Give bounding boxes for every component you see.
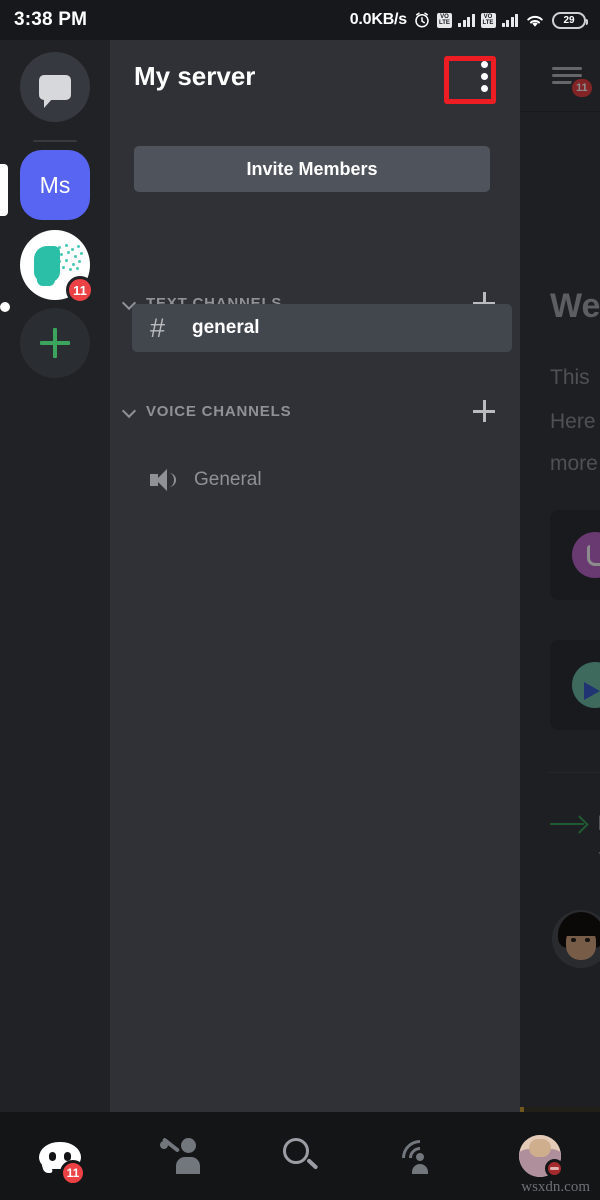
add-server-button[interactable] xyxy=(20,308,90,378)
volte-sim1-bottom: LTE xyxy=(439,20,450,26)
three-dot-vertical-icon[interactable] xyxy=(466,58,502,94)
nav-mentions-tab[interactable] xyxy=(360,1112,480,1200)
server-unread-badge: 11 xyxy=(66,276,94,304)
sidebar-item-server-2[interactable]: 11 xyxy=(20,230,94,304)
channel-drawer: My server Invite Members TEXT CHANNELS #… xyxy=(110,40,520,1112)
server-unread-dot xyxy=(0,302,10,312)
mentions-broadcast-icon xyxy=(394,1132,446,1184)
nav-friends-tab[interactable] xyxy=(120,1112,240,1200)
alarm-clock-icon xyxy=(413,11,431,29)
channel-item-general[interactable]: # general xyxy=(132,304,512,352)
volte-sim2-icon: VO LTE xyxy=(480,12,496,28)
signal-bars-sim2-icon xyxy=(501,13,518,27)
hash-icon: # xyxy=(150,312,166,343)
nav-servers-tab[interactable]: 11 xyxy=(0,1112,120,1200)
nav-servers-badge: 11 xyxy=(60,1160,86,1186)
channel-item-voice-general[interactable]: General xyxy=(132,456,512,504)
sidebar-item-server-ms[interactable]: Ms xyxy=(20,150,90,220)
channel-name: general xyxy=(192,317,260,338)
nav-search-tab[interactable] xyxy=(240,1112,360,1200)
drawer-header: My server xyxy=(110,40,520,112)
server-rail: Ms 11 xyxy=(0,40,110,1112)
invite-members-button[interactable]: Invite Members xyxy=(134,146,490,192)
rail-divider xyxy=(33,140,77,142)
sidebar-item-direct-messages[interactable] xyxy=(20,52,90,122)
status-badge-do-not-disturb xyxy=(545,1159,564,1178)
section-label: VOICE CHANNELS xyxy=(146,402,292,420)
wifi-icon xyxy=(524,11,546,29)
app-root: 3:38 PM 0.0KB/s VO LTE VO LTE 29 11 We T… xyxy=(0,0,600,1200)
status-bar-clock: 3:38 PM xyxy=(14,9,88,30)
head-profile-avatar: 11 xyxy=(20,230,94,304)
channel-name: General xyxy=(194,469,262,490)
network-speed-label: 0.0KB/s xyxy=(349,11,407,28)
plus-icon xyxy=(40,328,70,358)
watermark: wsxdn.com xyxy=(521,1179,590,1195)
volte-sim1-icon: VO LTE xyxy=(437,12,452,28)
search-icon xyxy=(281,1137,319,1175)
speaker-icon xyxy=(150,468,180,492)
chevron-down-icon[interactable] xyxy=(122,403,138,419)
particle-dots-icon xyxy=(56,244,83,271)
signal-bars-sim1-icon xyxy=(458,13,475,27)
chat-bubble-icon xyxy=(20,52,90,122)
user-avatar xyxy=(519,1135,564,1178)
battery-indicator: 29 xyxy=(552,11,588,29)
status-bar-icons: 0.0KB/s VO LTE VO LTE 29 xyxy=(349,11,588,29)
server-selected-pill xyxy=(0,164,8,216)
status-bar: 3:38 PM 0.0KB/s VO LTE VO LTE 29 xyxy=(0,0,600,40)
person-wave-icon xyxy=(160,1137,200,1174)
drawer-scrim[interactable] xyxy=(520,40,600,1112)
page-title: My server xyxy=(134,60,256,91)
add-voice-channel-button[interactable] xyxy=(472,399,496,423)
volte-sim2-bottom: LTE xyxy=(482,20,494,26)
bottom-navigation-bar: 11 wsxdn.com xyxy=(0,1112,600,1200)
server-initials: Ms xyxy=(20,150,90,220)
section-header-voice-channels[interactable]: VOICE CHANNELS xyxy=(122,396,508,426)
battery-level-label: 29 xyxy=(563,14,575,26)
